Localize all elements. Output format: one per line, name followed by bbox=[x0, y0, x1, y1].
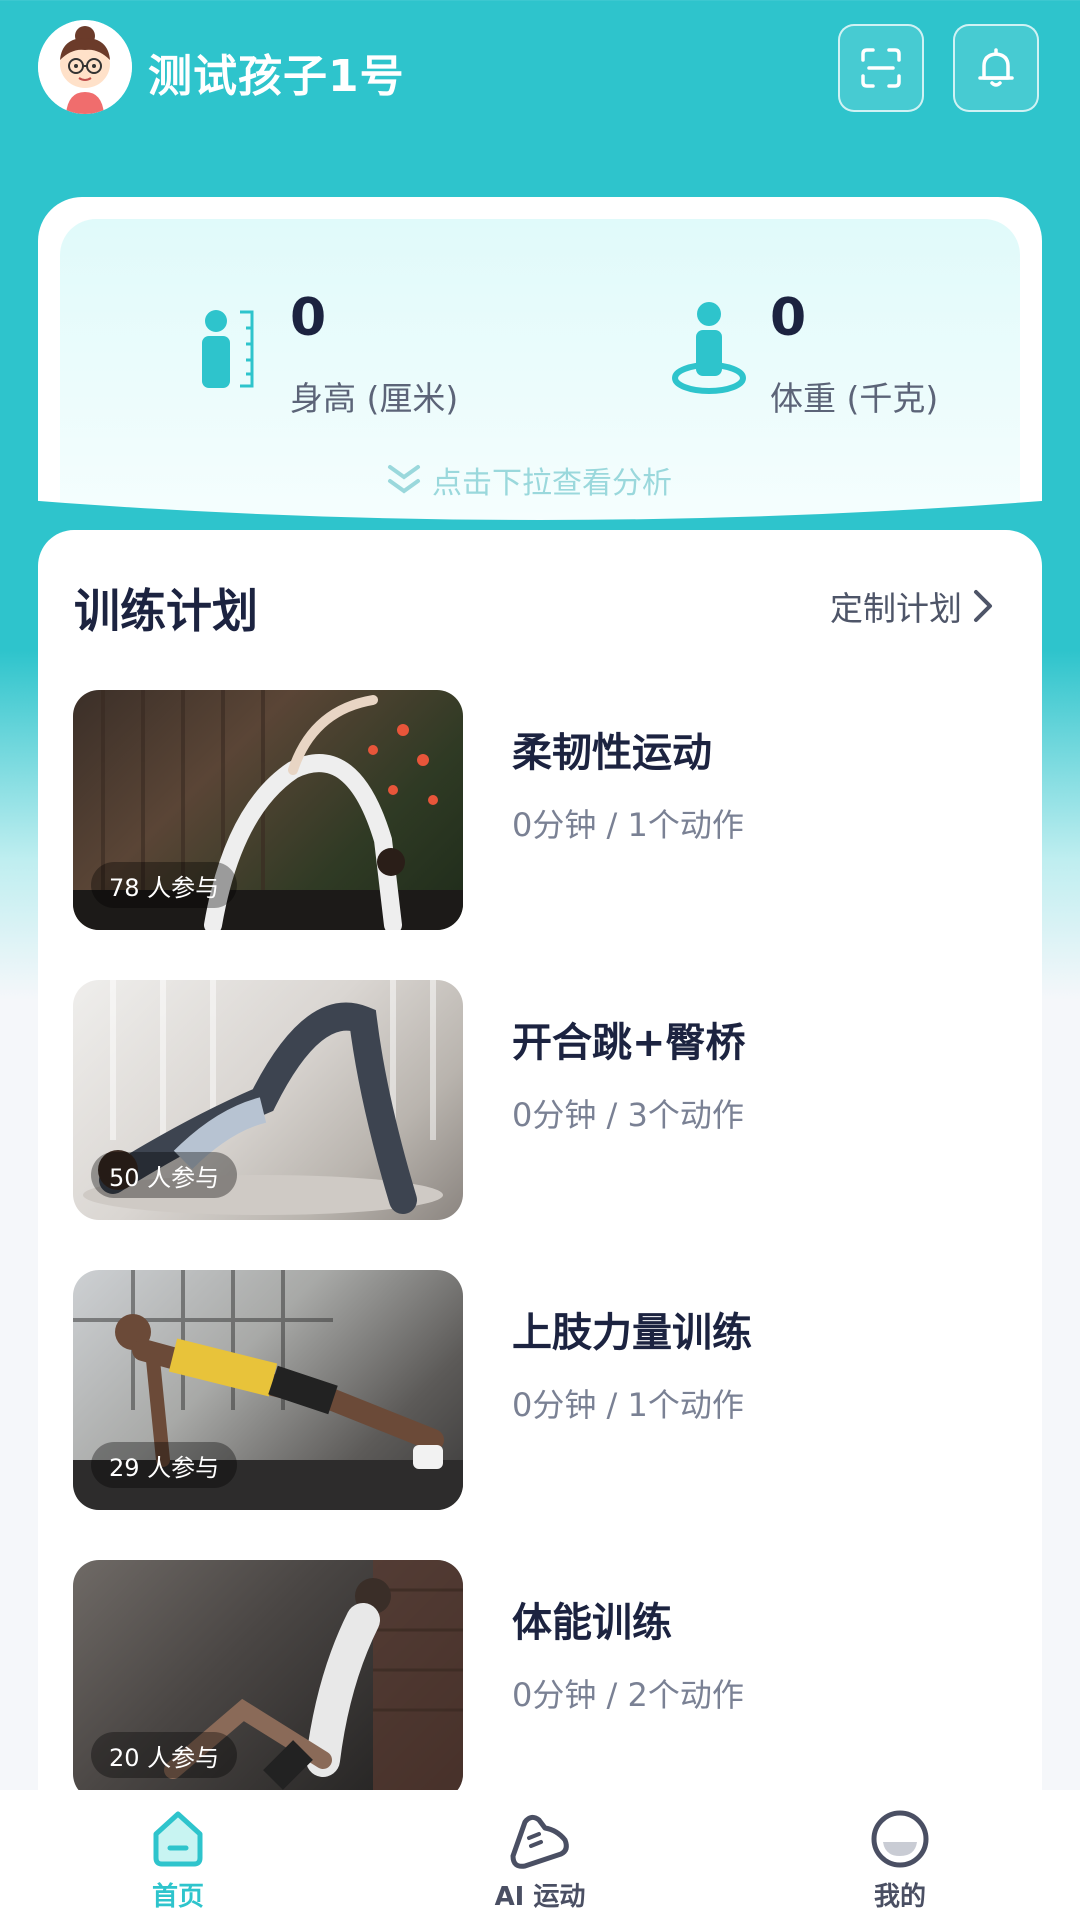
cartoon-girl-avatar-icon bbox=[38, 20, 132, 114]
bottom-nav: 首页 AI 运动 我的 bbox=[0, 1790, 1080, 1920]
plan-meta: 0分钟 / 2个动作 bbox=[512, 1676, 744, 1714]
plan-thumbnail[interactable]: 29 人参与 bbox=[73, 1270, 463, 1510]
plan-meta: 0分钟 / 3个动作 bbox=[512, 1096, 744, 1134]
chevron-right-icon bbox=[974, 590, 992, 622]
notification-button[interactable] bbox=[953, 24, 1039, 112]
plan-name[interactable]: 柔韧性运动 bbox=[512, 720, 712, 778]
participants-badge: 50 人参与 bbox=[91, 1152, 238, 1198]
height-label: 身高 (厘米) bbox=[290, 379, 459, 418]
participants-badge: 20 人参与 bbox=[91, 1732, 238, 1778]
plan-thumbnail[interactable]: 50 人参与 bbox=[73, 980, 463, 1220]
nav-mine[interactable]: 我的 bbox=[800, 1790, 1000, 1920]
plan-name[interactable]: 开合跳+臀桥 bbox=[512, 1010, 746, 1068]
nav-ai-sport-label: AI 运动 bbox=[494, 1882, 586, 1912]
bell-icon bbox=[978, 48, 1014, 87]
plan-thumbnail[interactable]: 20 人参与 bbox=[73, 1560, 463, 1800]
height-icon bbox=[202, 310, 254, 388]
participants-badge: 78 人参与 bbox=[91, 862, 238, 908]
profile-icon bbox=[871, 1810, 929, 1868]
plan-meta: 0分钟 / 1个动作 bbox=[512, 806, 744, 844]
plan-name[interactable]: 上肢力量训练 bbox=[512, 1300, 752, 1358]
weight-icon bbox=[672, 302, 746, 394]
nav-home-label: 首页 bbox=[151, 1882, 204, 1912]
sneaker-icon bbox=[510, 1814, 569, 1869]
plan-thumbnail[interactable]: 78 人参与 bbox=[73, 690, 463, 930]
height-value: 0 bbox=[290, 288, 327, 348]
custom-plan-link[interactable]: 定制计划 bbox=[830, 582, 996, 630]
avatar[interactable] bbox=[38, 20, 132, 114]
header: 测试孩子1号 bbox=[0, 0, 1080, 180]
section-title: 训练计划 bbox=[74, 584, 258, 638]
plan-meta: 0分钟 / 1个动作 bbox=[512, 1386, 744, 1424]
custom-plan-label: 定制计划 bbox=[830, 589, 962, 628]
scan-icon bbox=[861, 48, 901, 88]
weight-label: 体重 (千克) bbox=[770, 379, 939, 418]
weight-value: 0 bbox=[770, 288, 807, 348]
participants-badge: 29 人参与 bbox=[91, 1442, 238, 1488]
plan-name[interactable]: 体能训练 bbox=[512, 1590, 672, 1648]
scan-button[interactable] bbox=[838, 24, 924, 112]
nav-ai-sport[interactable]: AI 运动 bbox=[440, 1790, 640, 1920]
home-icon bbox=[153, 1811, 203, 1867]
username: 测试孩子1号 bbox=[148, 51, 405, 102]
nav-home[interactable]: 首页 bbox=[78, 1790, 278, 1920]
nav-mine-label: 我的 bbox=[873, 1882, 926, 1912]
